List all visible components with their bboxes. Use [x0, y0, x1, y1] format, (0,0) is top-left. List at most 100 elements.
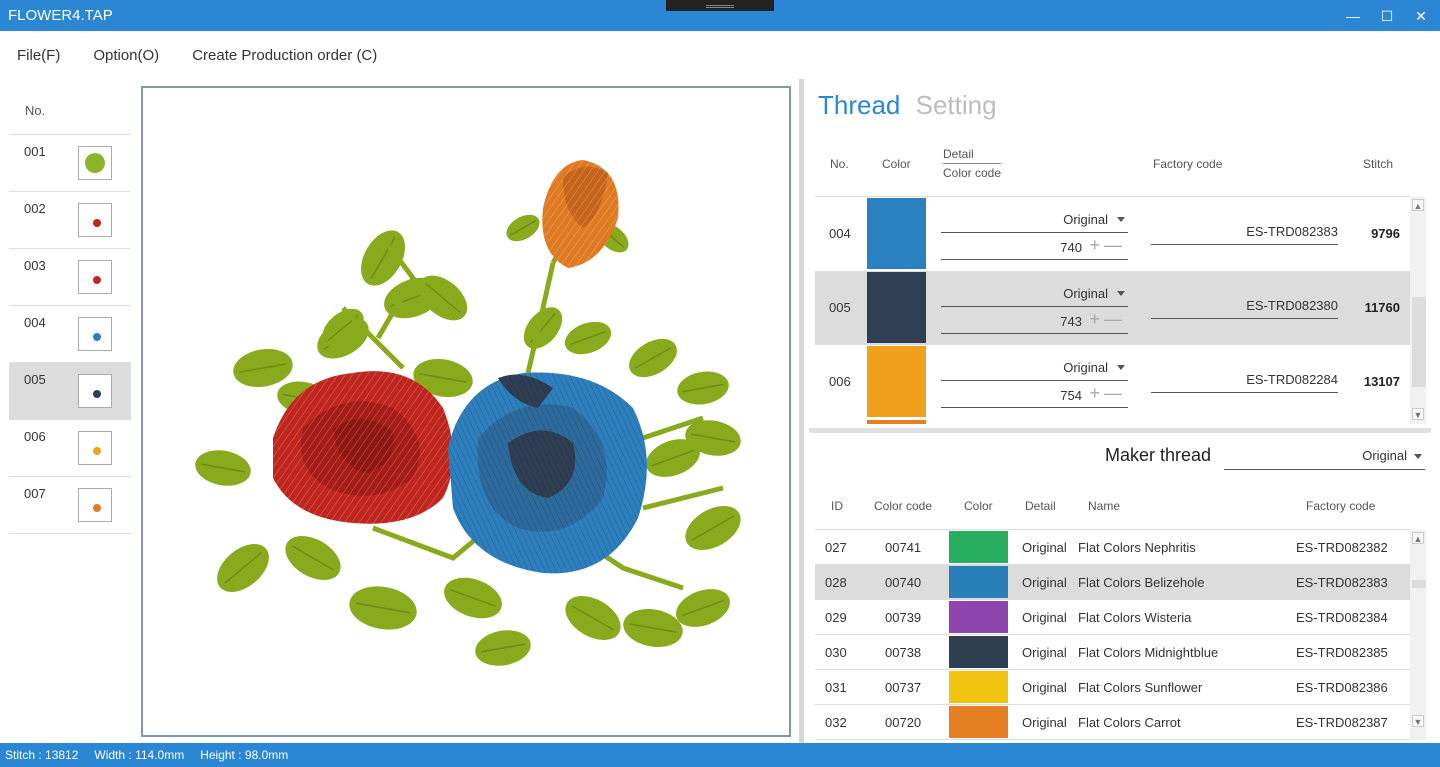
status-stitch: Stitch : 13812 — [5, 748, 79, 762]
plus-icon[interactable]: + — [1089, 235, 1100, 256]
maker-thread-select[interactable]: Original — [1224, 442, 1425, 470]
thread-stitch-count: 9796 — [1371, 226, 1400, 241]
maker-id: 032 — [825, 715, 847, 730]
layer-number: 003 — [24, 258, 46, 273]
layer-row[interactable]: 007 — [9, 477, 131, 534]
layer-row[interactable]: 002 — [9, 192, 131, 249]
tab-thread[interactable]: Thread — [818, 90, 900, 120]
thread-row[interactable]: 004 Original 740 + — ES-TRD082383 9796 — [815, 197, 1410, 271]
maker-color-swatch — [949, 706, 1008, 738]
thread-detail-value: Original — [1063, 212, 1108, 227]
maker-scrollbar[interactable]: ▲ ▼ — [1410, 530, 1426, 740]
thread-color-swatch — [867, 420, 926, 424]
maker-name: Flat Colors Carrot — [1078, 715, 1181, 730]
maker-row[interactable]: 027 00741 Original Flat Colors Nephritis ES-… — [815, 530, 1410, 565]
maker-detail: Original — [1022, 715, 1067, 730]
minimize-button[interactable]: — — [1343, 6, 1363, 26]
maker-table-header: ID Color code Color Detail Name Factory … — [815, 482, 1410, 530]
maker-factory-code: ES-TRD082387 — [1296, 715, 1388, 730]
layer-row[interactable]: 006 — [9, 420, 131, 477]
thread-color-code-field[interactable]: 754 + — — [941, 383, 1128, 408]
layer-row[interactable]: 004 — [9, 306, 131, 363]
thread-table-header: No. Color Detail Color code Factory code… — [815, 140, 1410, 197]
layer-thumb-image — [85, 153, 105, 173]
thread-scroll-thumb[interactable] — [1412, 297, 1426, 387]
menu-option[interactable]: Option(O) — [93, 47, 159, 64]
menu-file[interactable]: File(F) — [17, 47, 60, 64]
maker-table-body: 027 00741 Original Flat Colors Nephritis ES-… — [815, 530, 1410, 740]
layer-row[interactable]: 005 — [9, 363, 131, 420]
thread-color-code-field[interactable]: 743 + — — [941, 309, 1128, 334]
maker-row[interactable]: 031 00737 Original Flat Colors Sunflower ES-… — [815, 670, 1410, 705]
maker-detail: Original — [1022, 680, 1067, 695]
layer-thumbnail — [78, 488, 112, 522]
layer-number: 004 — [24, 315, 46, 330]
maker-row[interactable]: 030 00738 Original Flat Colors Midnightblue… — [815, 635, 1410, 670]
layer-thumbnail — [78, 203, 112, 237]
orange-bud — [542, 160, 619, 268]
thread-detail-select[interactable]: Original — [941, 353, 1128, 381]
menu-bar: File(F) Option(O) Create Production orde… — [0, 31, 1440, 79]
minus-icon[interactable]: — — [1104, 383, 1122, 404]
layer-number: 001 — [24, 144, 46, 159]
plus-icon[interactable]: + — [1089, 383, 1100, 404]
col-maker-factory-code: Factory code — [1306, 499, 1376, 513]
maker-id: 027 — [825, 540, 847, 555]
thread-scrollbar[interactable]: ▲ ▼ — [1410, 197, 1426, 424]
tab-setting[interactable]: Setting — [916, 90, 997, 120]
thread-detail-value: Original — [1063, 286, 1108, 301]
scroll-up-icon[interactable]: ▲ — [1412, 199, 1424, 211]
layer-list-header: No. — [9, 88, 131, 135]
thread-row[interactable]: 006 Original 754 + — ES-TRD082284 13107 — [815, 345, 1410, 419]
layer-number: 002 — [24, 201, 46, 216]
maker-color-code: 00740 — [885, 575, 922, 590]
col-maker-detail: Detail — [1025, 499, 1056, 513]
menu-create-production-order[interactable]: Create Production order (C) — [192, 47, 377, 64]
scroll-up-icon[interactable]: ▲ — [1412, 532, 1424, 544]
maker-id: 030 — [825, 645, 847, 660]
maker-row[interactable]: 032 00720 Original Flat Colors Carrot ES-TRD… — [815, 705, 1410, 740]
maker-detail: Original — [1022, 575, 1067, 590]
thread-detail-select[interactable]: Original — [941, 205, 1128, 233]
thread-color-code-field[interactable]: 740 + — — [941, 235, 1128, 260]
layer-thumb-image — [93, 333, 101, 341]
layer-thumb-image — [93, 447, 101, 455]
title-bar: FLOWER4.TAP — ☐ ✕ — [0, 0, 1440, 31]
thread-color-swatch — [867, 272, 926, 343]
design-canvas[interactable] — [141, 86, 791, 737]
layer-row[interactable]: 001 — [9, 135, 131, 192]
chevron-down-icon — [1414, 454, 1422, 459]
maker-factory-code: ES-TRD082386 — [1296, 680, 1388, 695]
minus-icon[interactable]: — — [1104, 235, 1122, 256]
maker-row[interactable]: 029 00739 Original Flat Colors Wisteria ES-T… — [815, 600, 1410, 635]
maker-color-code: 00720 — [885, 715, 922, 730]
maximize-button[interactable]: ☐ — [1377, 6, 1397, 26]
thread-detail-select[interactable]: Original — [941, 279, 1128, 307]
maker-id: 028 — [825, 575, 847, 590]
maker-row[interactable]: 028 00740 Original Flat Colors Belizehole ES… — [815, 565, 1410, 600]
thread-row[interactable]: 005 Original 743 + — ES-TRD082380 11760 — [815, 271, 1410, 345]
scroll-down-icon[interactable]: ▼ — [1412, 408, 1424, 420]
col-maker-color: Color — [964, 499, 993, 513]
drag-grip[interactable] — [666, 0, 774, 11]
horizontal-splitter[interactable] — [809, 428, 1431, 433]
scroll-down-icon[interactable]: ▼ — [1412, 715, 1424, 727]
thread-number: 005 — [829, 300, 851, 315]
col-factory-code: Factory code — [1153, 157, 1223, 171]
minus-icon[interactable]: — — [1104, 309, 1122, 330]
maker-scroll-thumb[interactable] — [1412, 580, 1426, 588]
maker-color-swatch — [949, 566, 1008, 598]
chevron-down-icon — [1117, 217, 1125, 222]
layer-thumb-image — [93, 276, 101, 284]
thread-stitch-count: 13107 — [1363, 374, 1400, 389]
maker-name: Flat Colors Belizehole — [1078, 575, 1205, 590]
plus-icon[interactable]: + — [1089, 309, 1100, 330]
window-title: FLOWER4.TAP — [8, 7, 113, 24]
vertical-splitter[interactable] — [799, 79, 804, 743]
maker-thread-label: Maker thread — [1105, 445, 1212, 465]
close-button[interactable]: ✕ — [1411, 6, 1431, 26]
flower-embroidery-image — [195, 160, 741, 666]
col-no: No. — [830, 157, 849, 171]
layer-row[interactable]: 003 — [9, 249, 131, 306]
maker-color-swatch — [949, 636, 1008, 668]
